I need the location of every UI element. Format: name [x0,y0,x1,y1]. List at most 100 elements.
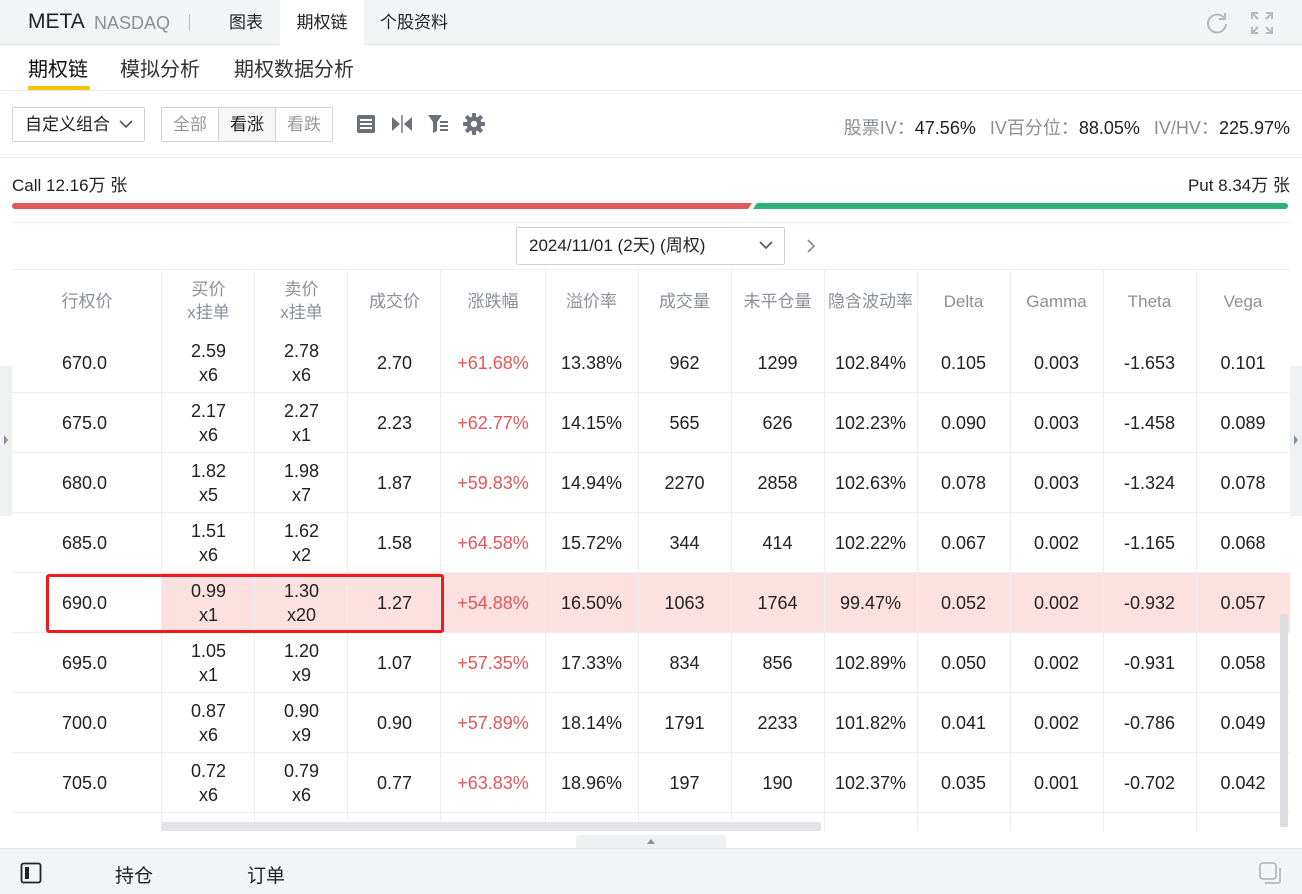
orders-tab[interactable]: 订单 [247,861,285,888]
ask-cell-price: 1.62 [283,520,320,541]
right-panel-toggle[interactable] [1290,366,1302,516]
ask-cell[interactable]: 0.79 x6 [255,753,348,812]
put-volume-bar [753,203,1288,209]
filter-puts-button[interactable]: 看跌 [275,108,332,141]
filter-calls-button[interactable]: 看涨 [218,108,275,141]
strike-cell: 700.0 [62,712,108,733]
expiry-select[interactable]: 2024/11/01 (2天) (周权) [516,227,785,265]
header-volume[interactable]: 成交量 [638,270,731,332]
expiry-label: 2024/11/01 (2天) (周权) [529,236,706,255]
option-table-header: 行权价 买价 x挂单 卖价 x挂单 成交价 涨跌幅 溢价率 成交量 未平仓量 隐… [12,269,1290,331]
table-row[interactable]: 670.0 2.59 x6 2.78 x6 2.70 +61.68% 13.38% 962 129… [12,333,1290,393]
chevron-down-icon [119,120,133,129]
last-price-cell: 0.77 [376,772,413,793]
iv-cell: 102.89% [834,652,907,673]
theta-cell: -1.165 [1123,532,1176,553]
bid-cell[interactable]: 0.99 x1 [162,573,255,632]
ask-cell-size: x20 [286,604,317,625]
table-row[interactable]: 705.0 0.72 x6 0.79 x6 0.77 +63.83% 18.96% 197 190… [12,753,1290,813]
ask-cell[interactable]: 1.98 x7 [255,453,348,512]
header-premium[interactable]: 溢价率 [545,270,638,332]
ask-cell-size: x7 [291,484,311,505]
bid-cell[interactable]: 0.72 x6 [162,753,255,812]
header-change[interactable]: 涨跌幅 [441,270,545,332]
tab-option-chain[interactable]: 期权链 [280,0,364,45]
theta-cell: -0.932 [1123,592,1176,613]
ask-cell[interactable]: 1.62 x2 [255,513,348,572]
horizontal-scrollbar[interactable] [161,822,821,831]
delta-cell: 0.052 [940,592,987,613]
split-view-icon[interactable] [390,112,414,136]
premium-cell: 15.72% [560,532,623,553]
tab-chart[interactable]: 图表 [212,0,280,45]
fullscreen-icon[interactable] [1249,10,1275,36]
header-bid[interactable]: 买价 x挂单 [162,270,255,332]
bid-cell[interactable]: 1.82 x5 [162,453,255,512]
premium-cell: 14.15% [560,412,623,433]
refresh-icon[interactable] [1204,10,1230,36]
caret-up-icon [647,839,655,844]
call-volume-label: Call 12.16万 张 [12,176,128,195]
premium-cell: 13.38% [560,352,623,373]
subtab-option-data-analysis[interactable]: 期权数据分析 [234,53,354,82]
panel-toggle-icon[interactable] [20,862,42,884]
bid-cell-size: x1 [198,664,218,685]
window-icon[interactable] [1258,861,1282,885]
table-row[interactable]: 695.0 1.05 x1 1.20 x9 1.07 +57.35% 17.33% 834 856… [12,633,1290,693]
open-interest-cell: 2233 [757,712,798,733]
premium-cell: 18.14% [560,712,623,733]
subtab-simulation[interactable]: 模拟分析 [120,53,200,82]
bid-cell[interactable]: 2.17 x6 [162,393,255,452]
ask-cell[interactable]: 2.78 x6 [255,333,348,392]
header-theta[interactable]: Theta [1103,270,1196,332]
tab-profile[interactable]: 个股资料 [364,0,464,45]
table-row[interactable]: 675.0 2.17 x6 2.27 x1 2.23 +62.77% 14.15% 565 626… [12,393,1290,453]
settings-icon[interactable] [462,112,486,136]
vertical-scrollbar[interactable] [1280,614,1288,827]
filter-all-button[interactable]: 全部 [162,108,218,141]
header-vega[interactable]: Vega [1196,270,1290,332]
vega-cell: 0.068 [1220,532,1266,553]
last-price-cell: 1.87 [376,472,413,493]
change-cell: +54.88% [457,592,529,613]
header-gamma[interactable]: Gamma [1010,270,1103,332]
ask-cell[interactable]: 2.27 x1 [255,393,348,452]
table-row[interactable]: 685.0 1.51 x6 1.62 x2 1.58 +64.58% 15.72% 344 414… [12,513,1290,573]
left-panel-toggle[interactable] [0,366,12,516]
stock-iv-label: 股票IV： [843,118,915,138]
bid-cell[interactable]: 1.51 x6 [162,513,255,572]
iv-cell: 102.22% [834,532,907,553]
column-divider [161,269,162,831]
strike-cell: 705.0 [62,772,108,793]
header-divider [189,14,190,31]
ask-cell[interactable]: 1.20 x9 [255,633,348,692]
layout-icon[interactable] [354,112,378,136]
bid-cell[interactable]: 2.59 x6 [162,333,255,392]
panel-pull-handle[interactable] [576,835,726,848]
header-open-interest[interactable]: 未平仓量 [731,270,824,332]
table-row-highlighted[interactable]: 690.0 0.99 x1 1.30 x20 1.27 +54.88% 16.50% 1063 1… [12,573,1290,633]
column-filter-icon[interactable] [426,112,450,136]
ask-cell[interactable]: 1.30 x20 [255,573,348,632]
table-row[interactable]: 700.0 0.87 x6 0.90 x9 0.90 +57.89% 18.14% 1791 22… [12,693,1290,753]
gamma-cell: 0.001 [1033,772,1080,793]
header-delta[interactable]: Delta [917,270,1010,332]
delta-cell: 0.090 [940,412,987,433]
gamma-cell: 0.002 [1033,652,1080,673]
open-interest-cell: 1299 [757,352,798,373]
ask-cell[interactable]: 0.90 x9 [255,693,348,752]
next-expiry-chevron-icon[interactable] [802,236,820,256]
table-row[interactable]: 680.0 1.82 x5 1.98 x7 1.87 +59.83% 14.94% 2270 28… [12,453,1290,513]
strategy-combo-select[interactable]: 自定义组合 [12,107,145,142]
header-ask[interactable]: 卖价 x挂单 [255,270,348,332]
iv-stats: 股票IV：47.56% IV百分位：88.05% IV/HV：225.97% [844,114,1290,140]
column-divider [1196,269,1197,831]
ask-cell-size: x9 [291,724,311,745]
bid-cell[interactable]: 1.05 x1 [162,633,255,692]
header-implied-volatility[interactable]: 隐含波动率 [824,270,917,332]
positions-tab[interactable]: 持仓 [115,861,153,888]
subtab-option-chain[interactable]: 期权链 [28,53,88,82]
header-last[interactable]: 成交价 [348,270,441,332]
bid-cell[interactable]: 0.87 x6 [162,693,255,752]
header-strike[interactable]: 行权价 [12,270,162,332]
